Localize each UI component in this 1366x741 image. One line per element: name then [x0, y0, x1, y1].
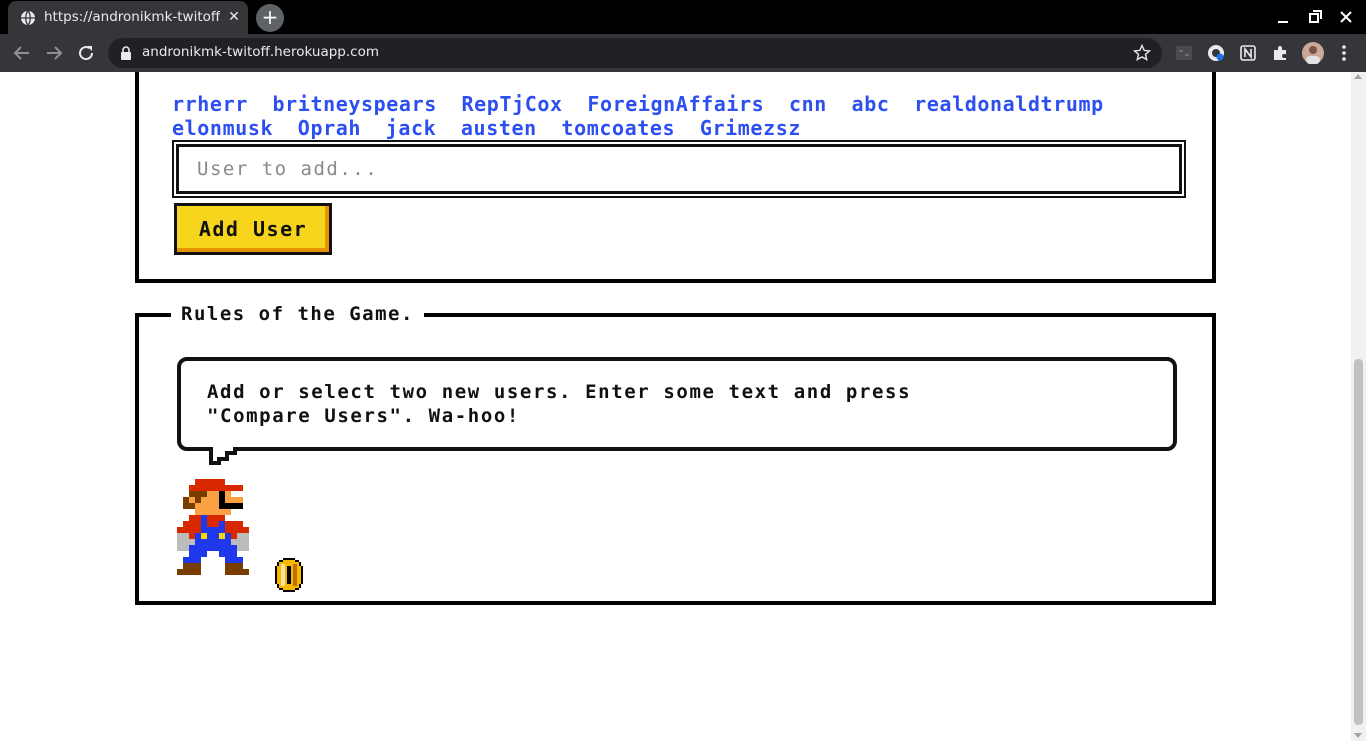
reload-icon[interactable]	[74, 41, 98, 65]
scroll-up-arrow-icon[interactable]	[1354, 74, 1362, 79]
menu-dots-icon[interactable]	[1334, 43, 1354, 63]
back-icon[interactable]	[10, 41, 34, 65]
scroll-down-arrow-icon[interactable]	[1354, 733, 1362, 738]
extension-gh-icon[interactable]	[1174, 43, 1194, 63]
scrollbar-thumb[interactable]	[1354, 359, 1363, 725]
user-link[interactable]: rrherr	[172, 92, 248, 116]
forward-icon[interactable]	[42, 41, 66, 65]
user-link[interactable]: jack	[386, 116, 437, 140]
restore-icon[interactable]	[1305, 7, 1325, 27]
balloon-tail-icon	[209, 445, 237, 465]
bookmark-star-icon[interactable]	[1133, 44, 1151, 62]
user-link[interactable]: Oprah	[298, 116, 361, 140]
tab-title: https://andronikmk-twitoff.herokuapp.com	[44, 9, 220, 25]
user-link[interactable]: abc	[852, 92, 890, 116]
rules-text-line-1: Add or select two new users. Enter some …	[207, 381, 912, 403]
rules-title: Rules of the Game.	[171, 303, 424, 325]
minimize-icon[interactable]	[1273, 7, 1293, 27]
page-viewport: rrherr britneyspears RepTjCox ForeignAff…	[0, 72, 1366, 741]
notion-icon[interactable]	[1238, 43, 1258, 63]
mario-sprite-icon	[177, 479, 249, 575]
tab-bar: https://andronikmk-twitoff.herokuapp.com…	[0, 0, 1366, 34]
address-bar[interactable]: andronikmk-twitoff.herokuapp.com	[108, 38, 1162, 68]
user-link[interactable]: Grimezsz	[700, 116, 801, 140]
user-link[interactable]: ForeignAffairs	[587, 92, 764, 116]
user-link[interactable]: elonmusk	[172, 116, 273, 140]
user-link[interactable]: tomcoates	[561, 116, 675, 140]
url-text: andronikmk-twitoff.herokuapp.com	[142, 44, 379, 60]
profile-avatar[interactable]	[1302, 42, 1324, 64]
lock-icon	[121, 46, 131, 60]
user-to-add-input[interactable]	[176, 144, 1182, 194]
browser-tab[interactable]: https://andronikmk-twitoff.herokuapp.com…	[8, 1, 248, 34]
close-window-icon[interactable]	[1336, 7, 1356, 27]
extension-shield-icon[interactable]	[1206, 43, 1226, 63]
coin-icon	[275, 558, 303, 592]
user-link[interactable]: cnn	[789, 92, 827, 116]
users-panel: rrherr britneyspears RepTjCox ForeignAff…	[135, 72, 1216, 283]
add-user-button[interactable]: Add User	[174, 203, 332, 255]
speech-balloon: Add or select two new users. Enter some …	[177, 357, 1177, 451]
user-link[interactable]: RepTjCox	[462, 92, 563, 116]
browser-toolbar: andronikmk-twitoff.herokuapp.com	[0, 34, 1366, 72]
rules-text-line-2: "Compare Users". Wa-hoo!	[207, 405, 520, 427]
close-tab-icon[interactable]: ✕	[226, 9, 242, 25]
globe-icon	[21, 10, 35, 26]
user-link[interactable]: britneyspears	[273, 92, 437, 116]
page-scrollbar[interactable]	[1351, 72, 1366, 741]
user-link[interactable]: austen	[461, 116, 537, 140]
rules-panel: Rules of the Game. Add or select two new…	[135, 303, 1216, 605]
new-tab-button[interactable]: +	[256, 4, 284, 32]
extensions-puzzle-icon[interactable]	[1270, 43, 1290, 63]
users-list: rrherr britneyspears RepTjCox ForeignAff…	[172, 92, 1182, 140]
user-link[interactable]: realdonaldtrump	[914, 92, 1104, 116]
